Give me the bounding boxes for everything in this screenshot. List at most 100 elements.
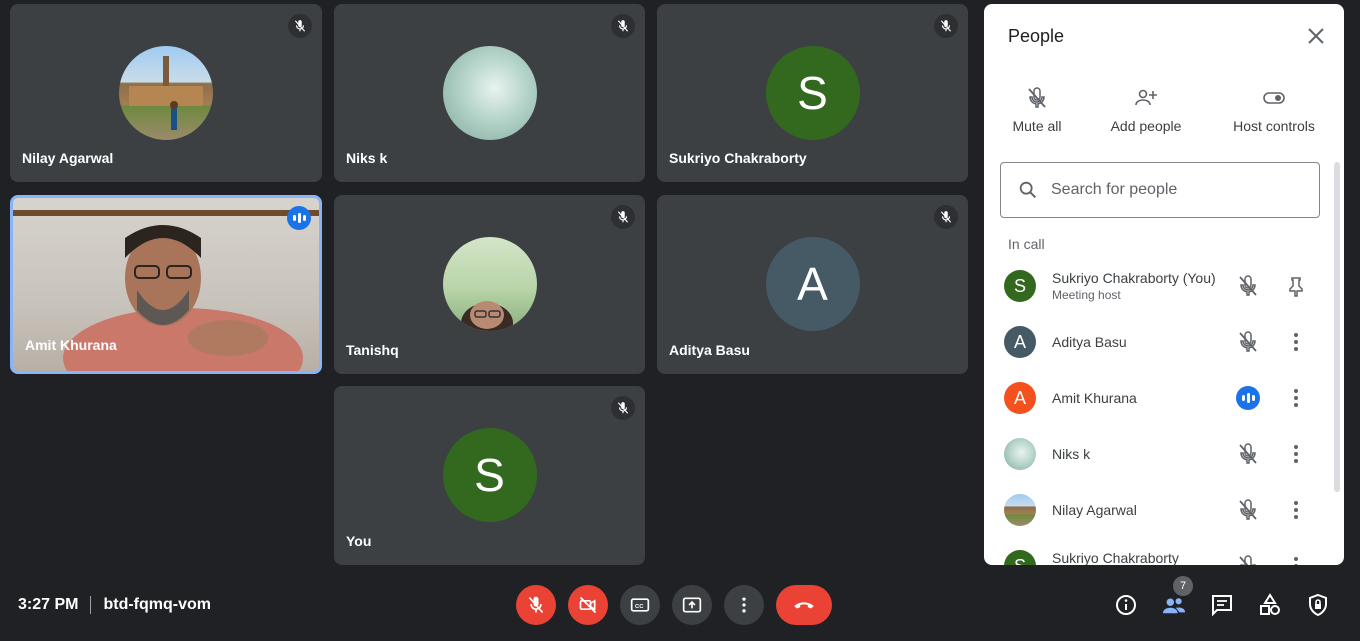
panel-title: People: [1008, 26, 1065, 46]
add-people-button[interactable]: Add people: [1106, 86, 1186, 134]
speaking-indicator-icon: [1236, 386, 1260, 410]
participant-name: Nilay Agarwal: [1052, 502, 1137, 518]
host-controls-button[interactable]: Host controls: [1228, 86, 1320, 134]
mic-off-icon: [528, 596, 544, 614]
more-options-icon[interactable]: [1284, 386, 1308, 410]
camera-toggle-button[interactable]: [568, 585, 608, 625]
toggle-icon: [1263, 92, 1285, 104]
list-item[interactable]: S Sukriyo Chakraborty (You) Meeting host: [984, 260, 1336, 316]
avatar-initial: A: [797, 258, 828, 310]
mic-off-icon: [1236, 442, 1260, 466]
leave-call-button[interactable]: [776, 585, 832, 625]
camera-off-icon: [579, 596, 597, 614]
people-panel: People Mute all Add people Host controls…: [984, 4, 1344, 565]
meeting-details: 3:27 PM btd-fqmq-vom: [18, 596, 211, 614]
present-screen-icon: [682, 597, 702, 613]
person-add-icon: [1135, 89, 1157, 106]
people-count-badge: 7: [1173, 576, 1193, 596]
avatar: A: [765, 237, 860, 331]
avatar: [442, 46, 537, 140]
video-tile-aditya[interactable]: A Aditya Basu: [657, 195, 968, 374]
muted-mic-icon: [611, 205, 635, 229]
avatar: A: [1004, 326, 1036, 358]
microphone-toggle-button[interactable]: [516, 585, 556, 625]
participant-name: Sukriyo Chakraborty: [669, 150, 807, 166]
avatar: S: [1004, 270, 1036, 302]
avatar-initial: S: [797, 67, 828, 119]
mic-off-icon: [1236, 498, 1260, 522]
muted-mic-icon: [934, 14, 958, 38]
participant-name: Niks k: [1052, 446, 1091, 462]
avatar-initial: A: [1013, 387, 1026, 408]
video-tile-niks[interactable]: Niks k: [334, 4, 645, 182]
participant-name: Aditya Basu: [669, 342, 750, 358]
participant-name: Sukriyo Chakraborty (You): [1052, 270, 1216, 286]
avatar: [1004, 494, 1036, 526]
closed-captions-icon: CC: [630, 598, 650, 612]
more-options-icon[interactable]: [1284, 442, 1308, 466]
host-controls-label: Host controls: [1233, 118, 1315, 134]
participant-name: Amit Khurana: [1052, 390, 1137, 406]
search-icon: [1019, 181, 1037, 199]
avatar: [442, 237, 537, 331]
list-item[interactable]: S Sukriyo Chakraborty: [984, 540, 1336, 565]
muted-mic-icon: [934, 205, 958, 229]
avatar-initial: A: [1013, 331, 1026, 352]
participant-name: You: [346, 533, 372, 549]
meeting-info-icon[interactable]: [1114, 593, 1138, 617]
video-tile-tanishq[interactable]: Tanishq: [334, 195, 645, 374]
list-item[interactable]: Nilay Agarwal: [984, 484, 1336, 540]
mute-all-label: Mute all: [1012, 118, 1062, 134]
pin-icon[interactable]: [1284, 274, 1308, 298]
muted-mic-icon: [611, 14, 635, 38]
avatar: [1004, 438, 1036, 470]
video-tile-you[interactable]: S You: [334, 386, 645, 565]
more-options-icon[interactable]: [1284, 554, 1308, 565]
video-tile-amit[interactable]: Amit Khurana: [10, 195, 322, 374]
mic-off-icon: [1236, 554, 1260, 565]
meeting-code: btd-fqmq-vom: [103, 596, 211, 613]
avatar: S: [765, 46, 860, 140]
participant-name: Tanishq: [346, 342, 399, 358]
participant-list: S Sukriyo Chakraborty (You) Meeting host…: [984, 260, 1336, 565]
search-box[interactable]: [1000, 162, 1320, 218]
participant-name: Aditya Basu: [1052, 334, 1127, 350]
muted-mic-icon: [288, 14, 312, 38]
list-item[interactable]: Niks k: [984, 428, 1336, 484]
list-item[interactable]: A Aditya Basu: [984, 316, 1336, 372]
more-options-button[interactable]: [724, 585, 764, 625]
more-options-icon[interactable]: [1284, 330, 1308, 354]
more-options-icon[interactable]: [1284, 498, 1308, 522]
mic-off-icon: [1236, 274, 1260, 298]
participant-name: Nilay Agarwal: [22, 150, 114, 166]
captions-button[interactable]: CC: [620, 585, 660, 625]
svg-text:CC: CC: [635, 604, 644, 610]
divider: [90, 596, 92, 614]
participant-name: Niks k: [346, 150, 388, 166]
avatar: A: [1004, 382, 1036, 414]
section-label: In call: [1008, 236, 1045, 252]
participant-role: Meeting host: [1052, 288, 1121, 302]
avatar-initial: S: [1013, 275, 1026, 296]
close-icon[interactable]: [1304, 24, 1328, 48]
mic-off-icon: [1236, 330, 1260, 354]
scrollbar[interactable]: [1334, 162, 1340, 492]
search-input[interactable]: [1051, 181, 1301, 199]
chat-icon[interactable]: [1210, 593, 1234, 617]
video-tile-nilay[interactable]: Nilay Agarwal: [10, 4, 322, 182]
mute-all-button[interactable]: Mute all: [1010, 86, 1064, 134]
avatar: S: [442, 428, 537, 522]
avatar-initial: S: [474, 449, 505, 501]
panel-actions: Mute all Add people Host controls: [984, 86, 1344, 146]
people-icon[interactable]: [1162, 593, 1186, 617]
avatar-initial: S: [1014, 556, 1026, 566]
participant-name: Sukriyo Chakraborty: [1052, 550, 1179, 565]
list-item[interactable]: A Amit Khurana: [984, 372, 1336, 428]
host-safety-icon[interactable]: [1306, 593, 1330, 617]
present-screen-button[interactable]: [672, 585, 712, 625]
avatar: [119, 46, 213, 140]
mic-off-icon: [1028, 87, 1046, 108]
video-tile-sukriyo[interactable]: S Sukriyo Chakraborty: [657, 4, 968, 182]
call-end-icon: [794, 602, 814, 609]
activities-icon[interactable]: [1258, 593, 1282, 617]
